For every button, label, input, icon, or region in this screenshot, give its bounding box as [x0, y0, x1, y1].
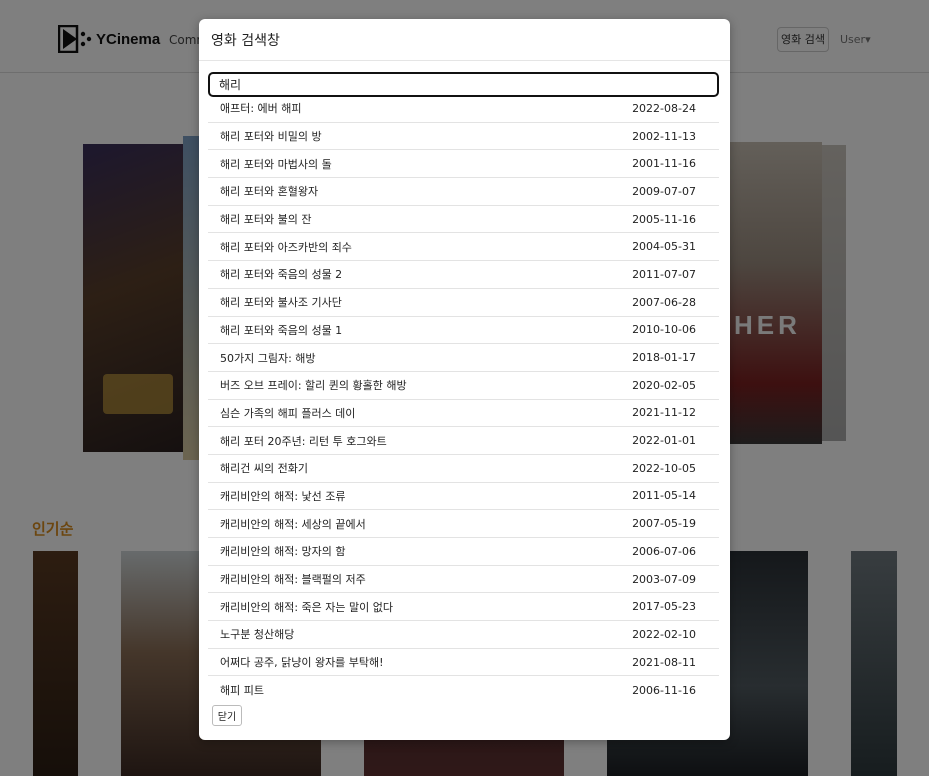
result-release-date: 2009-07-07 [632, 184, 696, 198]
result-release-date: 2006-11-16 [632, 683, 696, 697]
search-result-row[interactable]: 캐리비안의 해적: 낯선 조류 2011-05-14 [208, 483, 719, 511]
search-result-row[interactable]: 해리 포터와 죽음의 성물 2 2011-07-07 [208, 261, 719, 289]
movie-search-input[interactable] [208, 72, 719, 97]
result-release-date: 2002-11-13 [632, 129, 696, 143]
search-result-row[interactable]: 해피 피트 2006-11-16 [208, 676, 719, 704]
search-result-row[interactable]: 캐리비안의 해적: 세상의 끝에서 2007-05-19 [208, 510, 719, 538]
result-title: 해리 포터와 마법사의 돌 [220, 157, 332, 171]
result-release-date: 2006-07-06 [632, 544, 696, 558]
result-title: 해리 포터와 불의 잔 [220, 213, 312, 227]
result-release-date: 2003-07-09 [632, 572, 696, 586]
search-result-row[interactable]: 해리 포터 20주년: 리턴 투 호그와트 2022-01-01 [208, 427, 719, 455]
result-title: 해리 포터와 비밀의 방 [220, 130, 322, 144]
result-title: 해리 포터와 아즈카반의 죄수 [220, 240, 352, 254]
result-title: 해리건 씨의 전화기 [220, 462, 308, 476]
result-title: 해리 포터와 혼혈왕자 [220, 185, 319, 199]
result-release-date: 2018-01-17 [632, 351, 696, 365]
result-title: 버즈 오브 프레이: 할리 퀸의 황홀한 해방 [220, 379, 407, 393]
result-title: 해피 피트 [220, 684, 264, 698]
search-results-list: 애프터: 에버 해피 2022-08-24 해리 포터와 비밀의 방 2002-11-… [208, 95, 719, 704]
result-release-date: 2007-05-19 [632, 517, 696, 531]
result-release-date: 2017-05-23 [632, 600, 696, 614]
result-release-date: 2020-02-05 [632, 378, 696, 392]
search-result-row[interactable]: 노구분 청산해당 2022-02-10 [208, 621, 719, 649]
search-result-row[interactable]: 캐리비안의 해적: 죽은 자는 말이 없다 2017-05-23 [208, 593, 719, 622]
search-result-row[interactable]: 심슨 가족의 해피 플러스 데이 2021-11-12 [208, 400, 719, 428]
result-release-date: 2022-02-10 [632, 627, 696, 641]
result-title: 노구분 청산해당 [220, 628, 295, 642]
result-release-date: 2022-08-24 [632, 101, 696, 115]
result-release-date: 2011-05-14 [632, 489, 696, 503]
result-release-date: 2011-07-07 [632, 267, 696, 281]
movie-search-modal: 영화 검색창 애프터: 에버 해피 2022-08-24 해리 포터와 비밀의 방 2… [199, 19, 730, 740]
result-release-date: 2022-01-01 [632, 434, 696, 448]
search-result-row[interactable]: 해리 포터와 마법사의 돌 2001-11-16 [208, 150, 719, 179]
result-title: 해리 포터 20주년: 리턴 투 호그와트 [220, 434, 387, 448]
result-title: 해리 포터와 불사조 기사단 [220, 296, 342, 310]
search-result-row[interactable]: 버즈 오브 프레이: 할리 퀸의 황홀한 해방 2020-02-05 [208, 372, 719, 400]
close-button[interactable]: 닫기 [212, 705, 242, 726]
result-title: 애프터: 에버 해피 [220, 102, 302, 116]
result-title: 50가지 그림자: 해방 [220, 351, 316, 365]
result-title: 해리 포터와 죽음의 성물 2 [220, 268, 343, 282]
result-release-date: 2005-11-16 [632, 212, 696, 226]
search-result-row[interactable]: 해리 포터와 불의 잔 2005-11-16 [208, 206, 719, 234]
result-title: 어쩌다 공주, 닭냥이 왕자를 부탁해! [220, 656, 384, 670]
search-result-row[interactable]: 해리 포터와 불사조 기사단 2007-06-28 [208, 289, 719, 317]
modal-header: 영화 검색창 [199, 19, 730, 61]
search-result-row[interactable]: 어쩌다 공주, 닭냥이 왕자를 부탁해! 2021-08-11 [208, 649, 719, 677]
result-title: 캐리비안의 해적: 망자의 함 [220, 545, 346, 559]
result-release-date: 2022-10-05 [632, 461, 696, 475]
result-release-date: 2007-06-28 [632, 295, 696, 309]
result-release-date: 2021-08-11 [632, 655, 696, 669]
result-title: 심슨 가족의 해피 플러스 데이 [220, 406, 356, 420]
modal-title: 영화 검색창 [211, 33, 280, 49]
result-title: 캐리비안의 해적: 죽은 자는 말이 없다 [220, 600, 393, 614]
result-title: 캐리비안의 해적: 세상의 끝에서 [220, 517, 366, 531]
result-release-date: 2004-05-31 [632, 240, 696, 254]
search-result-row[interactable]: 해리 포터와 죽음의 성물 1 2010-10-06 [208, 317, 719, 345]
result-release-date: 2021-11-12 [632, 406, 696, 420]
search-result-row[interactable]: 캐리비안의 해적: 블랙펄의 저주 2003-07-09 [208, 566, 719, 594]
search-result-row[interactable]: 해리 포터와 아즈카반의 죄수 2004-05-31 [208, 233, 719, 262]
result-release-date: 2010-10-06 [632, 323, 696, 337]
result-title: 캐리비안의 해적: 낯선 조류 [220, 489, 346, 503]
search-result-row[interactable]: 캐리비안의 해적: 망자의 함 2006-07-06 [208, 538, 719, 566]
search-result-row[interactable]: 해리 포터와 비밀의 방 2002-11-13 [208, 123, 719, 151]
result-title: 캐리비안의 해적: 블랙펄의 저주 [220, 573, 366, 587]
search-result-row[interactable]: 애프터: 에버 해피 2022-08-24 [208, 95, 719, 123]
search-result-row[interactable]: 해리건 씨의 전화기 2022-10-05 [208, 455, 719, 483]
search-result-row[interactable]: 50가지 그림자: 해방 2018-01-17 [208, 344, 719, 372]
result-title: 해리 포터와 죽음의 성물 1 [220, 323, 343, 337]
search-result-row[interactable]: 해리 포터와 혼혈왕자 2009-07-07 [208, 178, 719, 206]
result-release-date: 2001-11-16 [632, 157, 696, 171]
